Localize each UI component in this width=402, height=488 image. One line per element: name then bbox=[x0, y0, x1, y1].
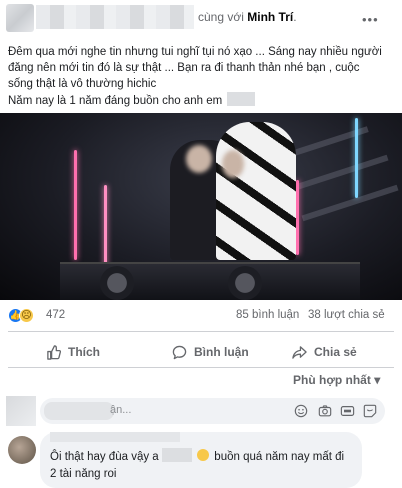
post-text-line: đăng nên mới tin đó là sự thật ... Bạn r… bbox=[8, 62, 360, 74]
with-prefix: cùng với bbox=[198, 10, 244, 24]
comment-sort-dropdown[interactable]: Phù hợp nhất ▾ bbox=[293, 373, 380, 387]
tagged-name-link[interactable]: Minh Trí bbox=[247, 10, 293, 24]
comment-icon bbox=[172, 345, 187, 359]
turntable bbox=[100, 266, 134, 300]
emoji-icon[interactable] bbox=[293, 403, 308, 418]
comment-text-part: buồn quá năm nay mất đi bbox=[214, 451, 345, 463]
share-arrow-icon bbox=[292, 345, 307, 359]
comment-button[interactable]: Bình luận bbox=[172, 338, 249, 366]
author-avatar-blurred[interactable] bbox=[6, 4, 34, 32]
sad-emoji-icon bbox=[197, 449, 210, 461]
like-label: Thích bbox=[68, 345, 100, 359]
reactions-summary: 👍 ☹ 472 85 bình luận 38 lượt chia sẻ bbox=[8, 307, 394, 325]
comment-input[interactable]: ận... bbox=[40, 398, 385, 424]
commenter-name-blurred[interactable] bbox=[50, 432, 180, 442]
gif-icon[interactable] bbox=[340, 403, 355, 418]
tagged-with-text: cùng với Minh Trí. bbox=[198, 10, 297, 24]
neon-light bbox=[355, 118, 358, 198]
post-text-line: Đêm qua mới nghe tin nhưng tui nghĩ tụi … bbox=[8, 46, 382, 58]
post-video[interactable] bbox=[0, 113, 402, 300]
blurred-tag bbox=[227, 92, 256, 106]
post-header: cùng với Minh Trí. ••• bbox=[0, 0, 402, 36]
neon-light bbox=[104, 185, 107, 270]
post-text-line: sống thật là vô thường hichic bbox=[8, 78, 157, 90]
comment-text: Ôi thật hay đùa vậy a buồn quá năm nay m… bbox=[50, 448, 350, 483]
face-blur bbox=[222, 150, 244, 178]
camera-icon[interactable] bbox=[317, 403, 332, 418]
more-options-icon[interactable]: ••• bbox=[362, 12, 379, 27]
reaction-count[interactable]: 472 bbox=[46, 309, 65, 321]
share-count[interactable]: 38 lượt chia sẻ bbox=[308, 309, 385, 321]
viewer-avatar-blurred bbox=[6, 396, 36, 426]
blurred-mention bbox=[161, 448, 192, 462]
share-label: Chia sẻ bbox=[314, 345, 357, 359]
comment-text-part: Ôi thật hay đùa vậy a bbox=[50, 451, 159, 463]
author-name-blurred[interactable] bbox=[36, 5, 194, 29]
sort-label: Phù hợp nhất bbox=[293, 373, 371, 387]
placeholder-blurred bbox=[44, 402, 114, 420]
action-bar: Thích Bình luận Chia sẻ bbox=[8, 338, 394, 366]
video-frame bbox=[0, 113, 402, 300]
sad-reaction-icon[interactable]: ☹ bbox=[19, 308, 34, 323]
like-button[interactable]: Thích bbox=[46, 338, 100, 366]
sticker-icon[interactable] bbox=[362, 403, 377, 418]
turntable bbox=[228, 266, 262, 300]
comment-text-part: 2 tài năng roi bbox=[50, 468, 117, 480]
share-button[interactable]: Chia sẻ bbox=[292, 338, 357, 366]
face-blur bbox=[186, 145, 212, 173]
thumbs-up-icon bbox=[47, 344, 61, 360]
neon-light bbox=[296, 180, 299, 255]
comment-bubble: Ôi thật hay đùa vậy a buồn quá năm nay m… bbox=[40, 432, 362, 488]
person-silhouette bbox=[216, 122, 296, 260]
chevron-down-icon: ▾ bbox=[374, 373, 381, 387]
comment-count[interactable]: 85 bình luận bbox=[236, 309, 299, 321]
divider bbox=[8, 331, 394, 332]
post-text: Đêm qua mới nghe tin nhưng tui nghĩ tụi … bbox=[8, 44, 394, 109]
post-text-line-4: Năm nay là 1 năm đáng buồn cho anh em bbox=[8, 95, 223, 107]
neon-light bbox=[74, 150, 77, 260]
divider bbox=[8, 367, 394, 368]
commenter-avatar[interactable] bbox=[8, 436, 36, 464]
comment-placeholder: ận... bbox=[110, 404, 132, 416]
comment-label: Bình luận bbox=[194, 345, 249, 359]
post-text-line: Năm nay là 1 năm đáng buồn cho anh em bbox=[8, 92, 394, 109]
